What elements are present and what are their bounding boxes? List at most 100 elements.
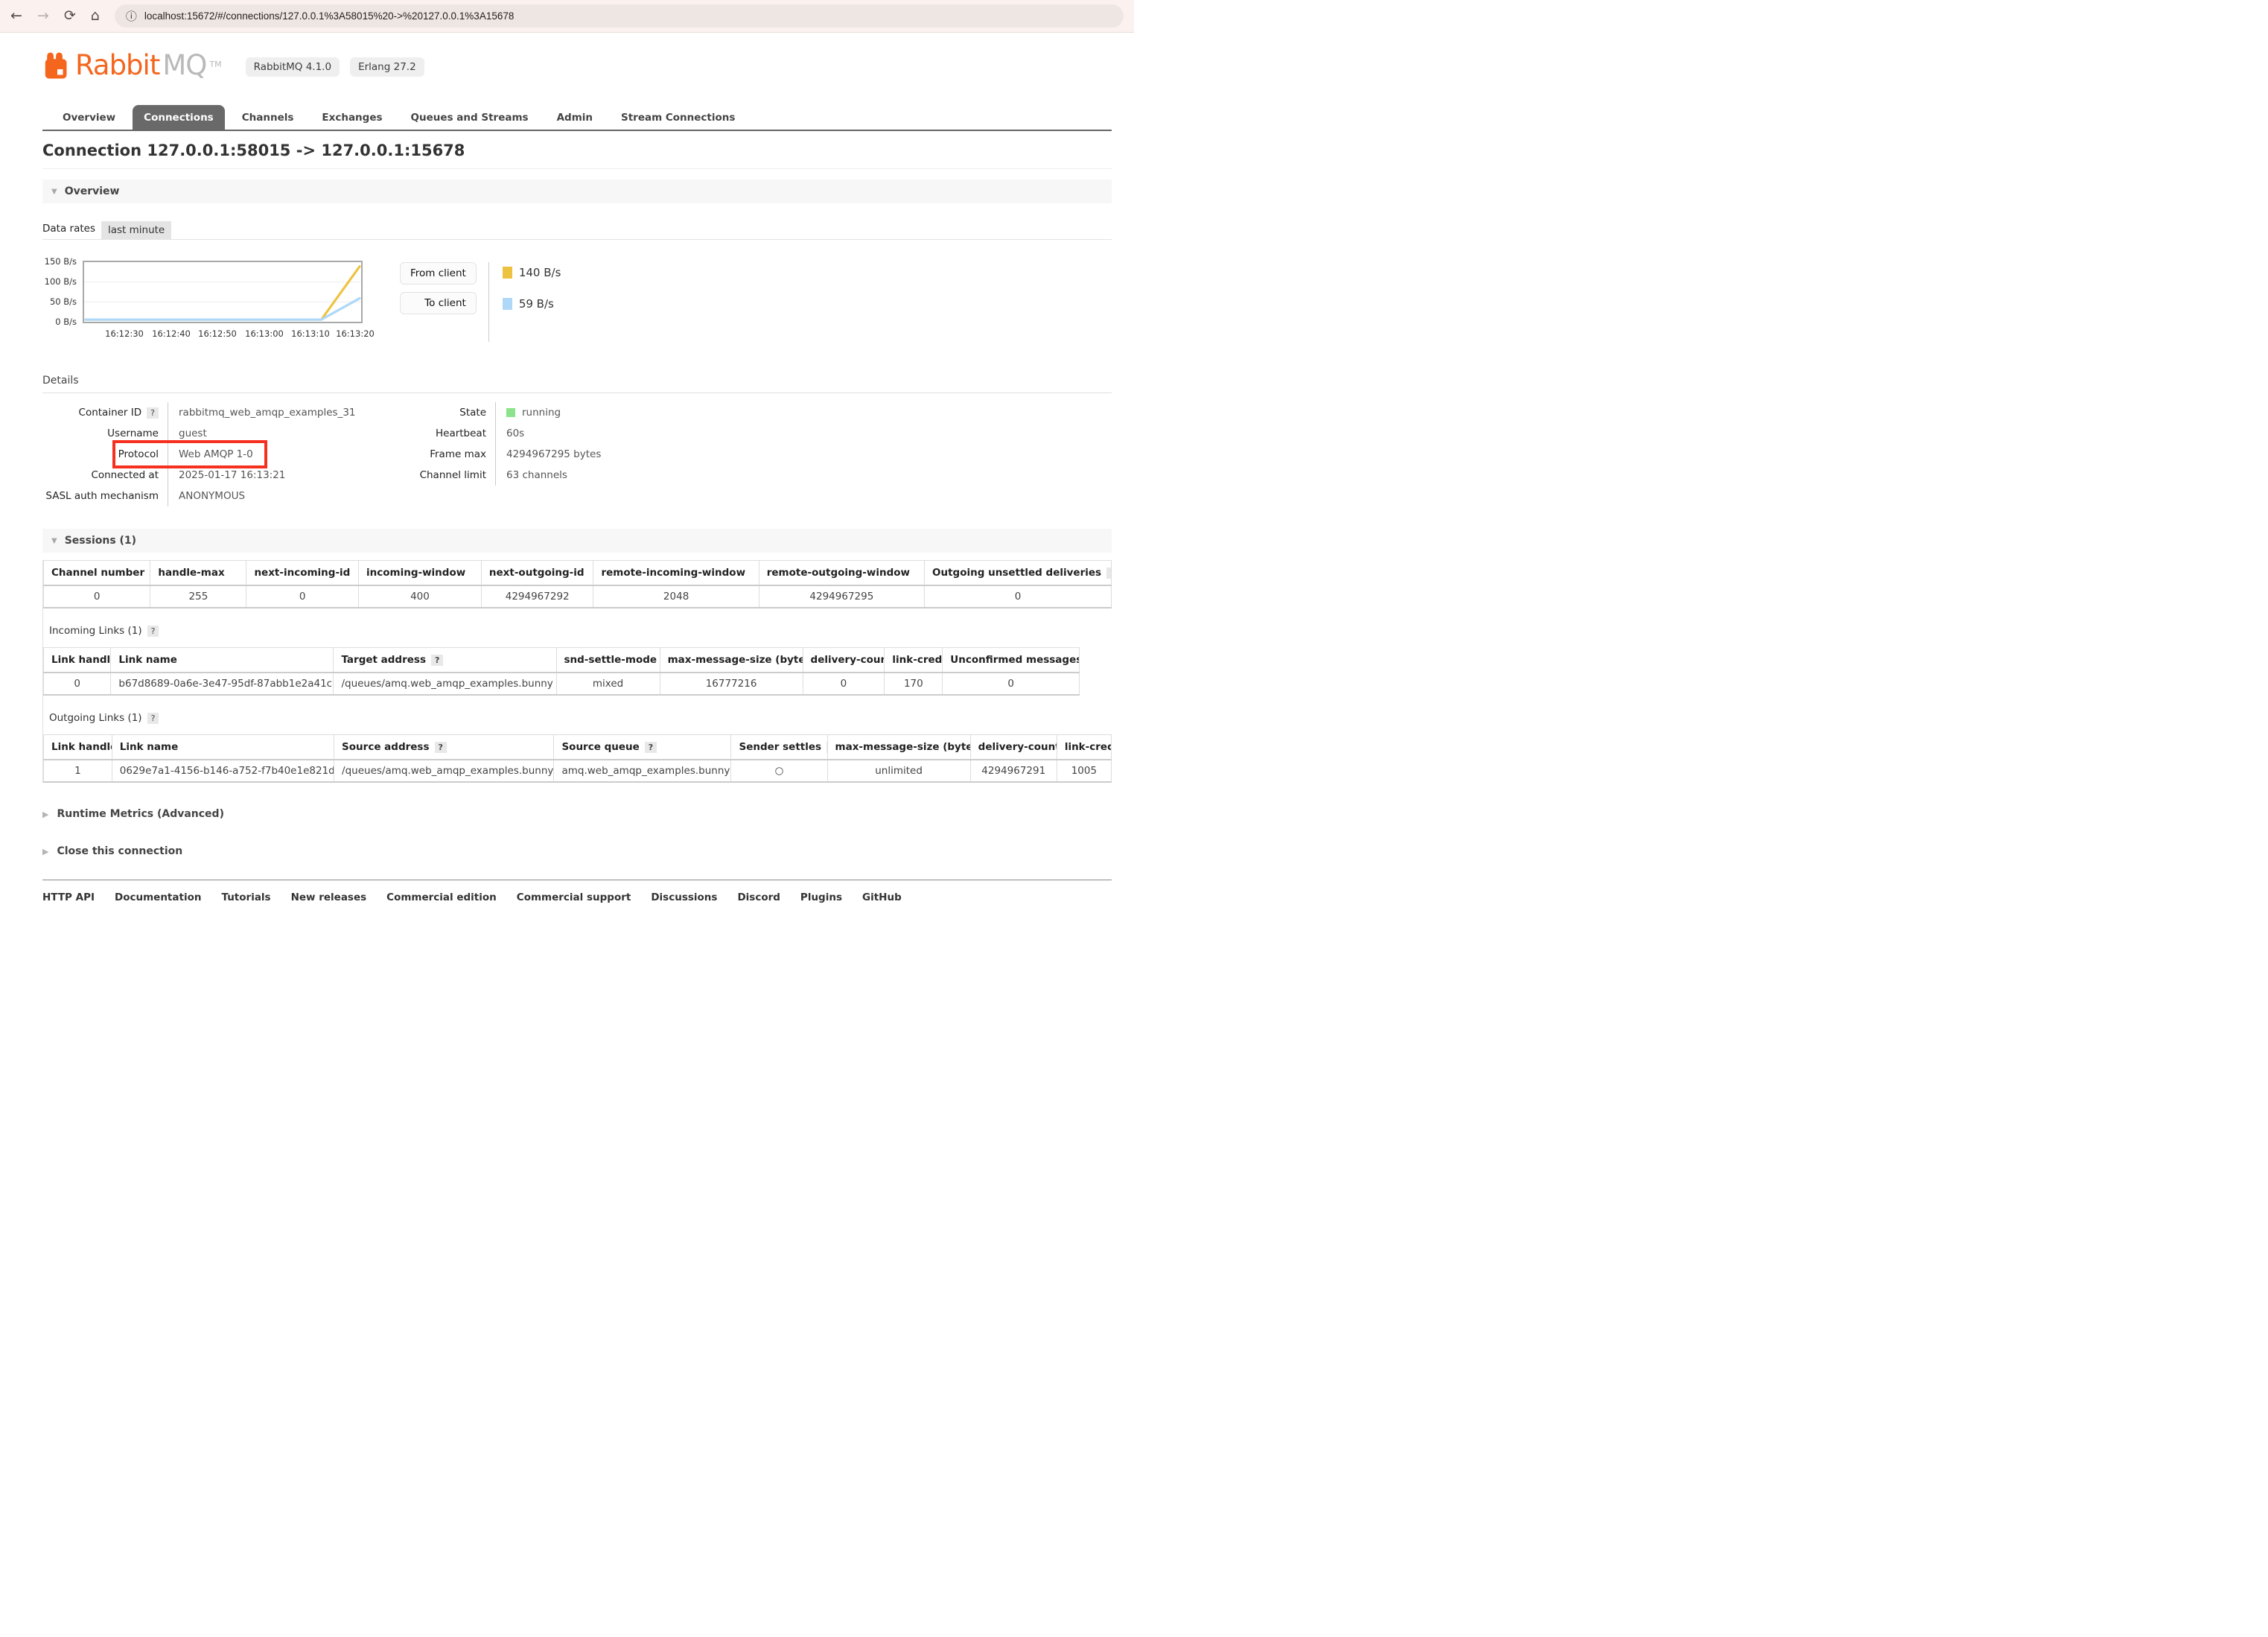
column-header: Link handle bbox=[44, 735, 112, 760]
column-header: Unconfirmed messages? bbox=[943, 648, 1080, 673]
next-incoming-id-cell: 0 bbox=[246, 585, 359, 608]
footer-links: HTTP API Documentation Tutorials New rel… bbox=[42, 880, 1112, 926]
page-title: Connection 127.0.0.1:58015 -> 127.0.0.1:… bbox=[42, 142, 1112, 169]
chart-y-axis: 150 B/s 100 B/s 50 B/s 0 B/s bbox=[42, 261, 83, 323]
help-icon[interactable]: ? bbox=[147, 407, 159, 419]
runtime-metrics-section-header[interactable]: ▶ Runtime Metrics (Advanced) bbox=[42, 808, 1112, 820]
footer-link-plugins[interactable]: Plugins bbox=[800, 891, 842, 903]
column-header: incoming-window bbox=[359, 561, 482, 586]
help-icon[interactable]: ? bbox=[147, 713, 159, 724]
detail-row-frame-max: Frame max 4294967295 bytes bbox=[391, 444, 867, 465]
channel-limit-value: 63 channels bbox=[495, 465, 867, 486]
y-tick: 150 B/s bbox=[45, 256, 77, 267]
incoming-links-header-row: Link handle Link name Target address? sn… bbox=[44, 648, 1080, 673]
footer-link-discord[interactable]: Discord bbox=[737, 891, 780, 903]
tab-stream-connections[interactable]: Stream Connections bbox=[610, 105, 746, 130]
logo-text-rabbit: Rabbit bbox=[75, 49, 159, 81]
column-header: next-incoming-id bbox=[246, 561, 359, 586]
main-nav-tabs: Overview Connections Channels Exchanges … bbox=[42, 105, 1112, 131]
detail-label: Protocol bbox=[42, 448, 168, 460]
to-client-color-swatch bbox=[503, 298, 512, 310]
footer-link-http-api[interactable]: HTTP API bbox=[42, 891, 95, 903]
column-header: link-credit bbox=[1057, 735, 1111, 760]
link-handle-cell: 0 bbox=[44, 673, 111, 695]
column-header: Sender settles? bbox=[731, 735, 827, 760]
detail-row-sasl-auth: SASL auth mechanism ANONYMOUS bbox=[42, 486, 391, 506]
incoming-links-table: Link handle Link name Target address? sn… bbox=[43, 647, 1080, 696]
sessions-section-header[interactable]: ▼ Sessions (1) bbox=[42, 529, 1112, 553]
incoming-window-cell: 400 bbox=[359, 585, 482, 608]
chart-x-axis: 16:12:30 16:12:40 16:12:50 16:13:00 16:1… bbox=[83, 328, 363, 342]
footer-link-discussions[interactable]: Discussions bbox=[651, 891, 717, 903]
outgoing-unsettled-cell: 0 bbox=[925, 585, 1112, 608]
tab-connections[interactable]: Connections bbox=[133, 105, 225, 130]
help-icon[interactable]: ? bbox=[147, 626, 159, 637]
url-text: localhost:15672/#/connections/127.0.0.1%… bbox=[144, 10, 515, 22]
legend-button-from-client[interactable]: From client bbox=[400, 262, 477, 285]
column-header: remote-outgoing-window bbox=[759, 561, 924, 586]
link-credit-cell: 170 bbox=[885, 673, 943, 695]
help-icon[interactable]: ? bbox=[1106, 568, 1111, 579]
detail-row-channel-limit: Channel limit 63 channels bbox=[391, 465, 867, 486]
help-icon[interactable]: ? bbox=[645, 742, 657, 753]
back-icon[interactable]: ← bbox=[10, 9, 22, 23]
column-header: delivery-count bbox=[803, 648, 885, 673]
browser-chrome: ← → ⟳ ⌂ ⓘ localhost:15672/#/connections/… bbox=[0, 0, 1134, 33]
legend-value-from-client: 140 B/s bbox=[503, 266, 561, 279]
logo-tm: TM bbox=[209, 60, 221, 69]
delivery-count-cell: 0 bbox=[803, 673, 885, 695]
y-tick: 100 B/s bbox=[45, 276, 77, 287]
source-queue-cell: amq.web_amqp_examples.bunny bbox=[554, 760, 731, 782]
footer-link-documentation[interactable]: Documentation bbox=[115, 891, 201, 903]
column-header: Source address? bbox=[334, 735, 554, 760]
rate-mode-badge[interactable]: last minute bbox=[101, 221, 171, 239]
close-connection-title: Close this connection bbox=[57, 845, 182, 857]
site-info-icon[interactable]: ⓘ bbox=[126, 8, 137, 24]
close-connection-section-header[interactable]: ▶ Close this connection bbox=[42, 845, 1112, 857]
help-icon[interactable]: ? bbox=[431, 655, 443, 666]
forward-icon[interactable]: → bbox=[37, 9, 49, 23]
delivery-count-cell: 4294967291 bbox=[970, 760, 1057, 782]
data-rates-row: Data rates last minute bbox=[42, 221, 1112, 240]
x-tick: 16:13:10 bbox=[291, 328, 330, 339]
tab-queues-and-streams[interactable]: Queues and Streams bbox=[400, 105, 540, 130]
username-value: guest bbox=[168, 423, 391, 444]
next-outgoing-id-cell: 4294967292 bbox=[481, 585, 593, 608]
outgoing-links-header-row: Link handle Link name Source address? So… bbox=[44, 735, 1112, 760]
detail-label: Username bbox=[42, 427, 168, 439]
home-icon[interactable]: ⌂ bbox=[91, 9, 100, 23]
footer-link-new-releases[interactable]: New releases bbox=[291, 891, 367, 903]
column-header: Outgoing unsettled deliveries? bbox=[925, 561, 1112, 586]
tab-admin[interactable]: Admin bbox=[546, 105, 604, 130]
x-tick: 16:12:30 bbox=[105, 328, 144, 339]
rabbitmq-logo[interactable]: RabbitMQ TM bbox=[42, 49, 222, 81]
reload-icon[interactable]: ⟳ bbox=[64, 9, 76, 23]
max-message-size-cell: 16777216 bbox=[660, 673, 803, 695]
footer-link-commercial-support[interactable]: Commercial support bbox=[517, 891, 631, 903]
channel-number-cell: 0 bbox=[44, 585, 150, 608]
remote-incoming-window-cell: 2048 bbox=[593, 585, 759, 608]
detail-label: Container ID bbox=[79, 407, 142, 419]
chevron-right-icon: ▶ bbox=[42, 810, 48, 819]
help-icon[interactable]: ? bbox=[435, 742, 447, 753]
footer-link-commercial-edition[interactable]: Commercial edition bbox=[386, 891, 497, 903]
chart-legend: From client To client 140 B/s 59 B/s bbox=[400, 261, 561, 342]
footer-link-tutorials[interactable]: Tutorials bbox=[221, 891, 270, 903]
from-client-rate: 140 B/s bbox=[519, 266, 561, 279]
rabbitmq-logo-icon bbox=[42, 51, 72, 80]
y-tick: 50 B/s bbox=[50, 296, 77, 307]
footer-link-github[interactable]: GitHub bbox=[862, 891, 902, 903]
protocol-value: Web AMQP 1-0 bbox=[168, 444, 391, 465]
legend-button-to-client[interactable]: To client bbox=[400, 292, 477, 314]
chevron-down-icon: ▼ bbox=[51, 537, 57, 545]
runtime-metrics-title: Runtime Metrics (Advanced) bbox=[57, 808, 224, 820]
remote-outgoing-window-cell: 4294967295 bbox=[759, 585, 924, 608]
address-bar[interactable]: ⓘ localhost:15672/#/connections/127.0.0.… bbox=[115, 4, 1124, 28]
tab-overview[interactable]: Overview bbox=[51, 105, 127, 130]
column-header: max-message-size (bytes) bbox=[660, 648, 803, 673]
overview-section-header[interactable]: ▼ Overview bbox=[42, 179, 1112, 203]
target-address-cell: /queues/amq.web_amqp_examples.bunny bbox=[334, 673, 556, 695]
tab-channels[interactable]: Channels bbox=[231, 105, 305, 130]
tab-exchanges[interactable]: Exchanges bbox=[310, 105, 393, 130]
x-tick: 16:12:50 bbox=[198, 328, 237, 339]
